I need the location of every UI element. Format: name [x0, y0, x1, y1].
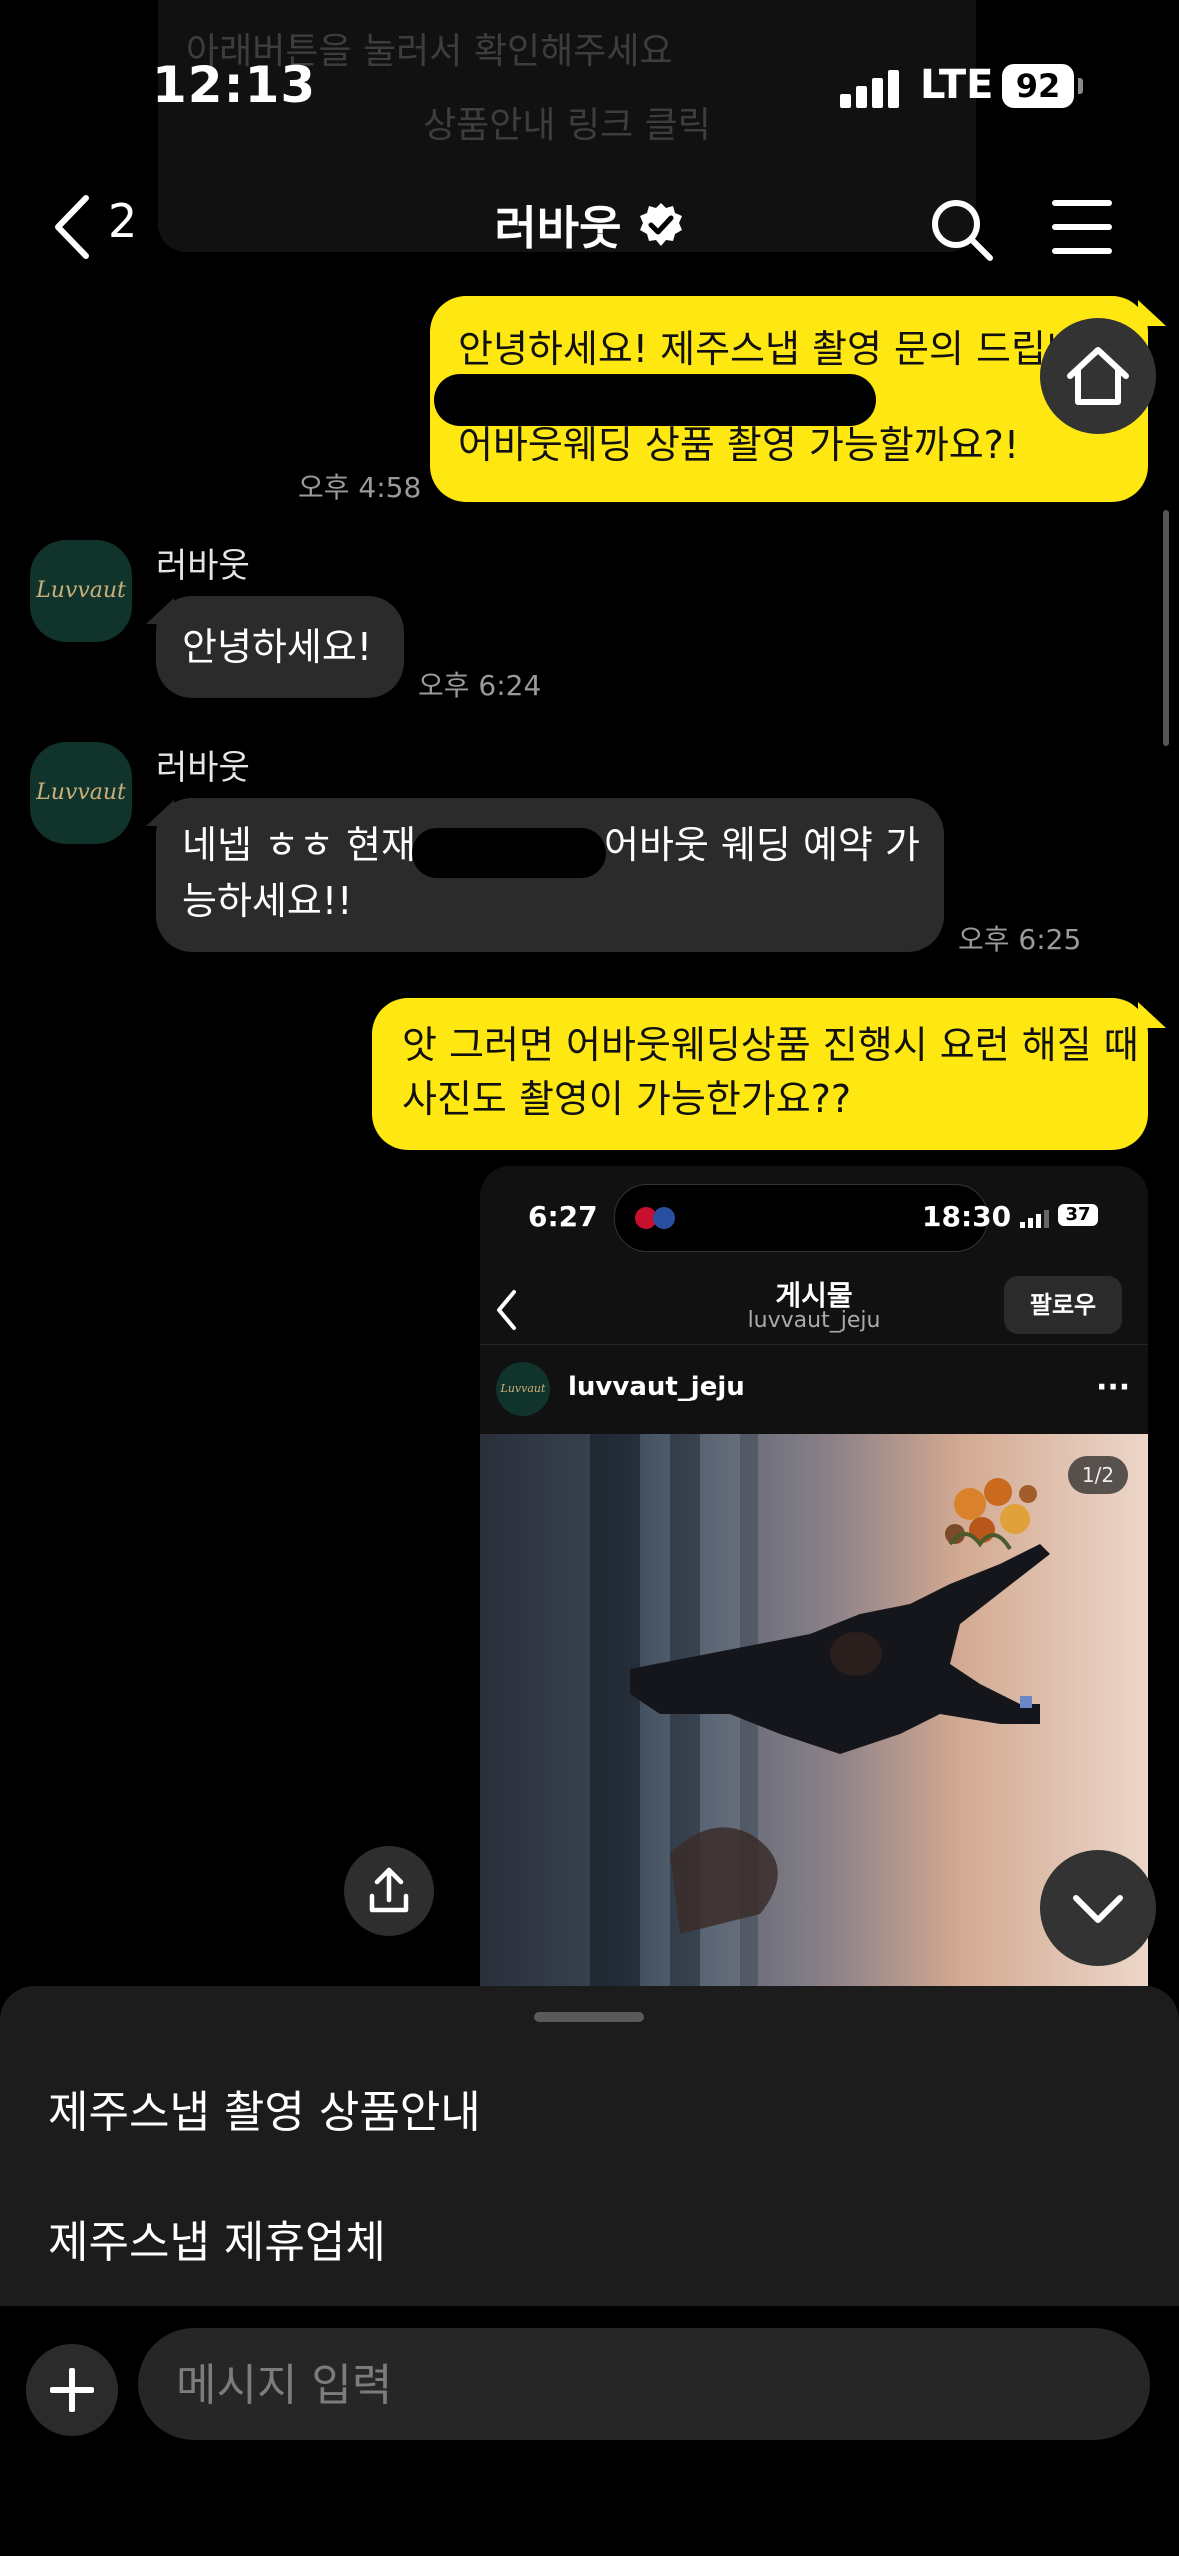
- search-icon[interactable]: [928, 196, 996, 264]
- signal-icon: [840, 68, 900, 108]
- chat-title[interactable]: 러바웃: [494, 192, 621, 258]
- message-line: 앗 그러면 어바웃웨딩상품 진행시 요런 해질 때: [402, 1023, 1139, 1067]
- sender-name: 러바웃: [156, 546, 250, 586]
- message-field[interactable]: [138, 2328, 1150, 2442]
- quick-reply-item[interactable]: 제주스냅 촬영 상품안내: [48, 2076, 481, 2140]
- plus-button[interactable]: [26, 2344, 118, 2436]
- shot-username: luvvaut_jeju: [568, 1372, 745, 1402]
- home-icon: [1067, 347, 1129, 405]
- shot-battery: 37: [1058, 1204, 1098, 1226]
- shot-follow-button: 팔로우: [1004, 1276, 1122, 1334]
- bubble-tail: [146, 598, 174, 624]
- my-message-bubble[interactable]: 앗 그러면 어바웃웨딩상품 진행시 요런 해질 때 사진도 촬영이 가능한가요?…: [372, 998, 1148, 1150]
- battery-indicator: 92: [1002, 64, 1074, 108]
- scrollbar[interactable]: [1163, 510, 1169, 746]
- plus-icon: [69, 2368, 75, 2412]
- network-label: LTE: [920, 62, 994, 108]
- share-icon: [369, 1867, 409, 1913]
- quick-reply-sheet: 제주스냅 촬영 상품안내 제주스냅 제휴업체: [0, 1986, 1179, 2306]
- photo-pager: 1/2: [1068, 1456, 1128, 1494]
- redaction-mark: [434, 374, 876, 426]
- battery-tip: [1078, 78, 1083, 94]
- sheet-handle[interactable]: [534, 2012, 644, 2022]
- shot-divider: [480, 1344, 1148, 1345]
- message-input[interactable]: [174, 2328, 1118, 2442]
- message-line: 어바웃 웨딩 예약 가: [604, 823, 920, 867]
- avatar[interactable]: Luvvaut: [30, 540, 132, 642]
- quick-reply-item[interactable]: 제주스냅 제휴업체: [48, 2206, 386, 2270]
- message-text: 안녕하세요!: [182, 625, 373, 669]
- redaction-mark: [412, 828, 606, 878]
- status-time: 12:13: [152, 56, 317, 114]
- scroll-down-button[interactable]: [1040, 1850, 1156, 1966]
- bubble-tail: [146, 800, 174, 826]
- shot-more-icon: ···: [1096, 1370, 1131, 1405]
- message-time: 오후 6:25: [958, 923, 1082, 956]
- airline-logo-icon: [635, 1207, 675, 1229]
- message-time: 오후 4:58: [298, 471, 422, 504]
- their-message-bubble[interactable]: 안녕하세요!: [156, 596, 404, 698]
- shot-status-time: 6:27: [528, 1200, 598, 1233]
- bubble-tail: [1138, 1002, 1166, 1028]
- hamburger-menu-icon[interactable]: [1052, 200, 1112, 254]
- shot-avatar: Luvvaut: [496, 1362, 550, 1416]
- verified-badge-icon: [639, 203, 682, 246]
- message-time: 오후 6:24: [418, 669, 542, 702]
- home-button[interactable]: [1040, 318, 1156, 434]
- avatar[interactable]: Luvvaut: [30, 742, 132, 844]
- chat-title-bar: 러바웃: [0, 192, 1179, 258]
- message-line: 네넵 ㅎㅎ 현재: [182, 823, 416, 867]
- message-line: 능하세요!!: [182, 879, 353, 923]
- sender-name: 러바웃: [156, 748, 250, 788]
- message-line: 어바웃웨딩 상품 촬영 가능할까요?!: [458, 423, 1020, 467]
- message-line: 사진도 촬영이 가능한가요??: [402, 1077, 852, 1121]
- shot-island-time: 18:30: [922, 1200, 1012, 1233]
- message-line: 안녕하세요! 제주스냅 촬영 문의 드립니다: [458, 327, 1116, 371]
- chevron-down-icon: [1073, 1895, 1123, 1923]
- shot-signal-icon: [1020, 1208, 1049, 1228]
- message-input-bar: [0, 2306, 1179, 2556]
- bouquet-image: [945, 1478, 1037, 1551]
- share-button[interactable]: [344, 1846, 434, 1936]
